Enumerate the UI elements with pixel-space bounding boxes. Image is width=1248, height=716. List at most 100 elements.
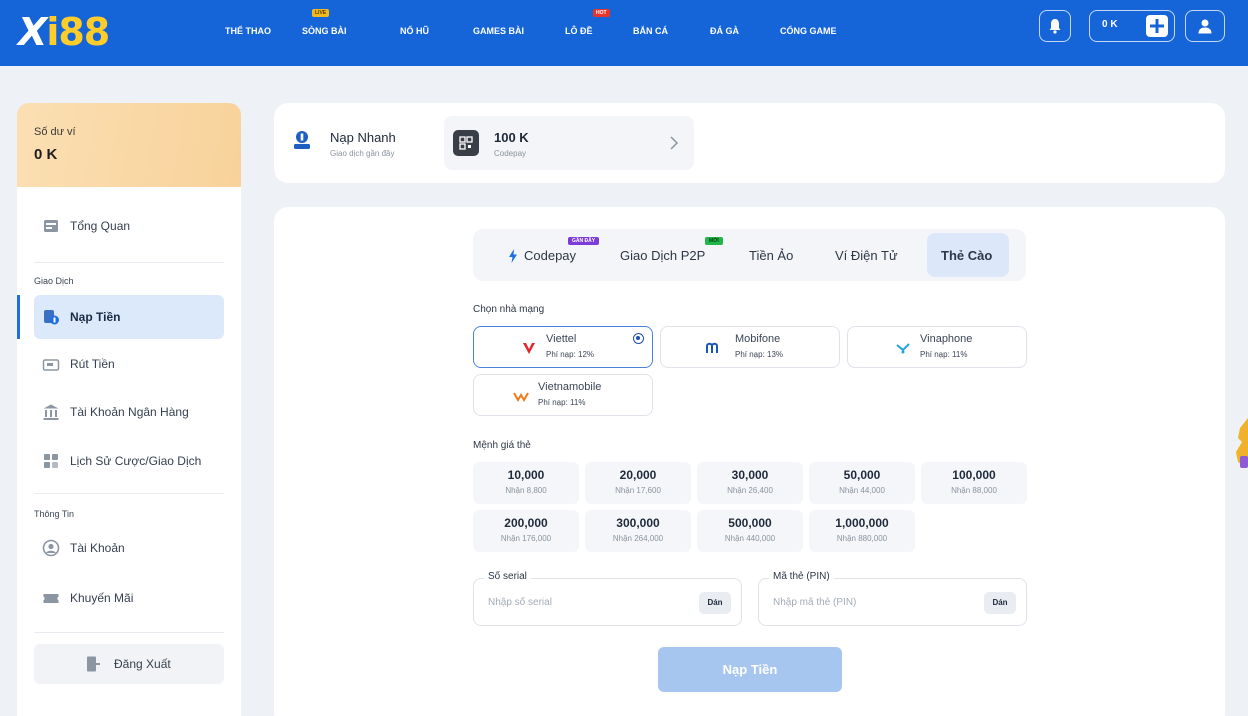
network-option-vinaphone[interactable]: Vinaphone Phí nạp: 11%	[847, 326, 1027, 368]
promotion-ticket-icon	[43, 594, 59, 603]
mobifone-logo-icon	[706, 342, 718, 353]
section-transactions: Giao Dịch	[34, 276, 74, 286]
denomination-option[interactable]: 100,000 Nhận 88,000	[921, 462, 1027, 504]
nav-games-bai[interactable]: GAMES BÀI	[473, 26, 524, 36]
network-fee: Phí nạp: 11%	[538, 398, 586, 407]
nav-the-thao[interactable]: THỂ THAO	[225, 26, 271, 36]
network-fee: Phí nạp: 11%	[920, 350, 968, 359]
logo-x: X	[18, 10, 47, 54]
tab-label: Codepay	[524, 248, 577, 263]
denomination-option[interactable]: 300,000 Nhận 264,000	[585, 510, 691, 552]
logout-door-icon	[87, 656, 100, 672]
deposit-plus-button[interactable]	[1146, 15, 1168, 37]
bank-icon	[43, 404, 59, 420]
tab-e-wallet[interactable]: Ví Điện Tử	[825, 233, 917, 277]
account-icon	[42, 539, 60, 557]
logout-button[interactable]: Đăng Xuất	[34, 644, 224, 684]
denomination-receive: Nhận 8,800	[505, 486, 547, 495]
quick-deposit-subtitle: Giao dịch gần đây	[330, 149, 395, 158]
serial-paste-button[interactable]: Dán	[699, 592, 731, 614]
sidebar-item-label: Rút Tiền	[70, 357, 115, 371]
sidebar-item-account[interactable]: Tài Khoản	[34, 526, 224, 570]
network-name: Vinaphone	[920, 333, 973, 345]
denomination-value: 200,000	[504, 516, 548, 530]
sidebar-item-promotions[interactable]: Khuyến Mãi	[34, 576, 224, 620]
nav-da-ga[interactable]: ĐÁ GÀ	[710, 26, 739, 36]
recent-method: Codepay	[494, 149, 527, 158]
submit-deposit-button[interactable]: Nạp Tiền	[658, 647, 842, 692]
denomination-value: 100,000	[952, 468, 996, 482]
denomination-value: 30,000	[731, 468, 769, 482]
sidebar-item-history[interactable]: Lịch Sử Cược/Giao Dịch	[34, 439, 224, 483]
denomination-receive: Nhận 17,600	[615, 486, 661, 495]
nav-song-bai[interactable]: SÒNG BÀI	[302, 26, 347, 36]
viettel-logo-icon	[523, 343, 535, 354]
tab-label: Tiền Ảo	[749, 248, 794, 263]
quick-deposit-title: Nạp Nhanh	[330, 130, 396, 145]
pin-label: Mã thẻ (PIN)	[769, 571, 834, 582]
pin-paste-button[interactable]: Dán	[984, 592, 1016, 614]
sidebar-item-withdraw[interactable]: Rút Tiền	[34, 342, 224, 386]
vietnamobile-logo-icon	[513, 392, 529, 402]
logout-label: Đăng Xuất	[114, 657, 171, 671]
quick-deposit-card: Nạp Nhanh Giao dịch gần đây 100 K Codepa…	[274, 103, 1225, 183]
deposit-icon	[44, 310, 59, 325]
network-name: Mobifone	[735, 333, 781, 345]
recent-badge: GẦN ĐÂY	[568, 237, 600, 245]
network-fee: Phí nạp: 13%	[735, 350, 784, 359]
tab-codepay[interactable]: Codepay GẦN ĐÂY	[487, 233, 600, 277]
nav-ban-ca[interactable]: BẮN CÁ	[633, 26, 668, 36]
denomination-option[interactable]: 1,000,000 Nhận 880,000	[809, 510, 915, 552]
tab-p2p[interactable]: Giao Dịch P2P MỚI	[609, 233, 723, 277]
divider	[34, 632, 224, 633]
recent-transaction[interactable]: 100 K Codepay	[444, 116, 694, 170]
network-option-viettel[interactable]: Viettel Phí nạp: 12%	[473, 326, 653, 368]
sidebar-item-label: Nạp Tiền	[70, 310, 121, 324]
sidebar: Tổng Quan Giao Dịch Nạp Tiền Rút Tiền Tà…	[17, 187, 241, 716]
network-option-mobifone[interactable]: Mobifone Phí nạp: 13%	[660, 326, 840, 368]
balance-card: Số dư ví 0 K	[17, 103, 241, 187]
tab-label: Giao Dịch P2P	[620, 248, 706, 263]
network-label: Chọn nhà mạng	[473, 304, 545, 315]
denomination-receive: Nhận 44,000	[839, 486, 885, 495]
sidebar-item-deposit[interactable]: Nạp Tiền	[34, 295, 224, 339]
sidebar-item-overview[interactable]: Tổng Quan	[34, 204, 224, 248]
wallet-amount: 0 K	[1102, 19, 1118, 30]
serial-label: Số serial	[484, 571, 531, 582]
nav-lo-de[interactable]: LÔ ĐỀ	[565, 26, 593, 36]
denomination-option[interactable]: 20,000 Nhận 17,600	[585, 462, 691, 504]
sidebar-item-label: Lịch Sử Cược/Giao Dịch	[70, 454, 202, 468]
denomination-option[interactable]: 50,000 Nhận 44,000	[809, 462, 915, 504]
serial-input[interactable]: Nhập số serial	[488, 597, 552, 608]
active-indicator	[17, 295, 20, 339]
deposit-form-card: Codepay GẦN ĐÂY Giao Dịch P2P MỚI Tiền Ả…	[274, 207, 1225, 716]
divider	[34, 493, 224, 494]
bell-icon	[1049, 19, 1061, 34]
user-icon	[1198, 19, 1212, 34]
pin-input[interactable]: Nhập mã thẻ (PIN)	[773, 597, 856, 608]
radio-selected-icon[interactable]	[633, 333, 644, 344]
serial-field[interactable]: Số serial Nhập số serial Dán	[473, 571, 742, 626]
mascot-widget-icon[interactable]	[1234, 418, 1248, 482]
tab-crypto[interactable]: Tiền Ảo	[738, 233, 818, 277]
denomination-option[interactable]: 200,000 Nhận 176,000	[473, 510, 579, 552]
nav-cong-game[interactable]: CỔNG GAME	[780, 26, 837, 36]
network-fee: Phí nạp: 12%	[546, 350, 595, 359]
balance-value: 0 K	[34, 146, 58, 163]
logo-text: i88	[46, 10, 110, 54]
wallet-button[interactable]: 0 K	[1089, 10, 1175, 42]
sidebar-item-bank-account[interactable]: Tài Khoản Ngân Hàng	[34, 390, 224, 434]
user-menu-button[interactable]	[1185, 10, 1225, 42]
pin-field[interactable]: Mã thẻ (PIN) Nhập mã thẻ (PIN) Dán	[758, 571, 1027, 626]
site-logo[interactable]: Xi88	[18, 10, 110, 54]
nav-no-hu[interactable]: NỔ HŨ	[400, 26, 429, 36]
denomination-option[interactable]: 30,000 Nhận 26,400	[697, 462, 803, 504]
denomination-option[interactable]: 10,000 Nhận 8,800	[473, 462, 579, 504]
denomination-option[interactable]: 500,000 Nhận 440,000	[697, 510, 803, 552]
sidebar-item-label: Tài Khoản Ngân Hàng	[70, 405, 189, 419]
network-option-vietnamobile[interactable]: Vietnamobile Phí nạp: 11%	[473, 374, 653, 416]
denomination-value: 10,000	[507, 468, 545, 482]
hot-badge: HOT	[593, 9, 610, 17]
tab-scratch-card[interactable]: Thẻ Cào	[927, 233, 1009, 277]
notifications-button[interactable]	[1039, 10, 1071, 42]
